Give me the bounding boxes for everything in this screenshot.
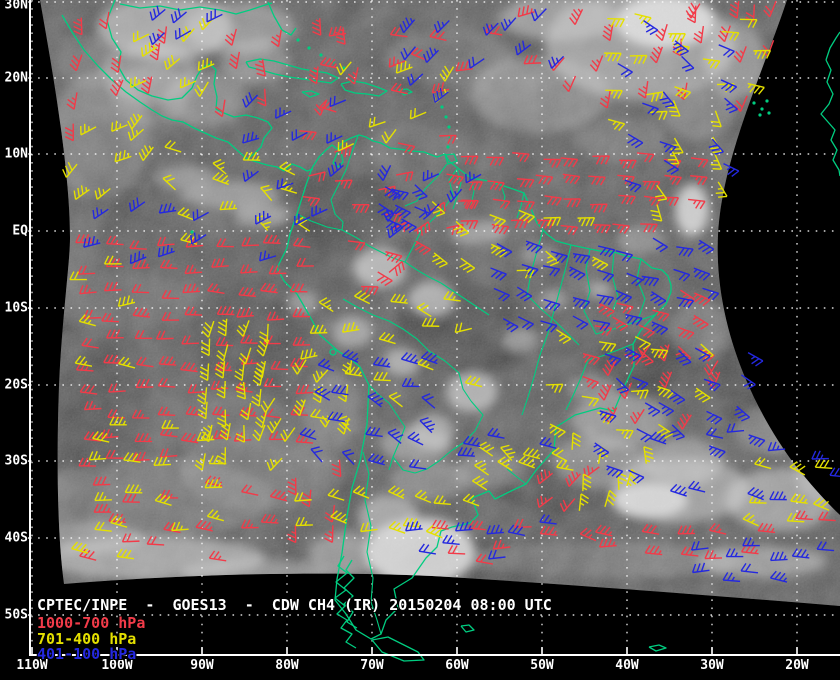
lat-label-10S: 10S [1, 302, 28, 315]
lat-label-40S: 40S [1, 532, 28, 545]
lon-label-60W: 60W [445, 659, 468, 672]
wind-barb [812, 451, 829, 459]
island-dot [758, 113, 761, 116]
lat-label-20S: 20S [1, 379, 28, 392]
island-outline [461, 625, 474, 632]
lon-label-90W: 90W [190, 659, 213, 672]
lon-label-80W: 80W [275, 659, 298, 672]
coastline [826, 32, 840, 60]
lat-label-30S: 30S [1, 455, 28, 468]
island-dot [760, 107, 763, 110]
island-dot [190, 230, 193, 233]
satellite-map [0, 0, 840, 680]
island-dot [319, 53, 322, 56]
island-dot [447, 125, 450, 128]
island-dot [767, 111, 770, 114]
lon-label-40W: 40W [615, 659, 638, 672]
lon-label-70W: 70W [360, 659, 383, 672]
island-dot [307, 46, 310, 49]
ir-grain-texture [0, 0, 840, 680]
island-dot [440, 105, 443, 108]
island-dot [444, 115, 447, 118]
product-title: CPTEC/INPE - GOES13 - CDW CH4 (IR) 20150… [37, 596, 552, 614]
lat-label-20N: 20N [1, 72, 28, 85]
island-dot [296, 38, 299, 41]
lat-label-EQ: EQ [1, 225, 28, 238]
island-dot [765, 99, 768, 102]
island-dot [752, 101, 755, 104]
wind-barb [744, 353, 763, 368]
island-dot [446, 145, 449, 148]
island-outline [649, 645, 666, 651]
lon-label-50W: 50W [530, 659, 553, 672]
cloud-layer [0, 0, 840, 680]
lat-label-30N: 30N [1, 0, 28, 12]
wind-barb [815, 459, 833, 468]
legend-item-high: 401-100 hPa [37, 645, 136, 663]
lat-label-10N: 10N [1, 148, 28, 161]
lon-label-30W: 30W [700, 659, 723, 672]
goes13-cdw-satellite-product: 30N20N10NEQ10S20S30S40S50S 110W100W90W80… [0, 0, 840, 680]
lon-label-20W: 20W [785, 659, 808, 672]
lat-label-50S: 50S [1, 609, 28, 622]
